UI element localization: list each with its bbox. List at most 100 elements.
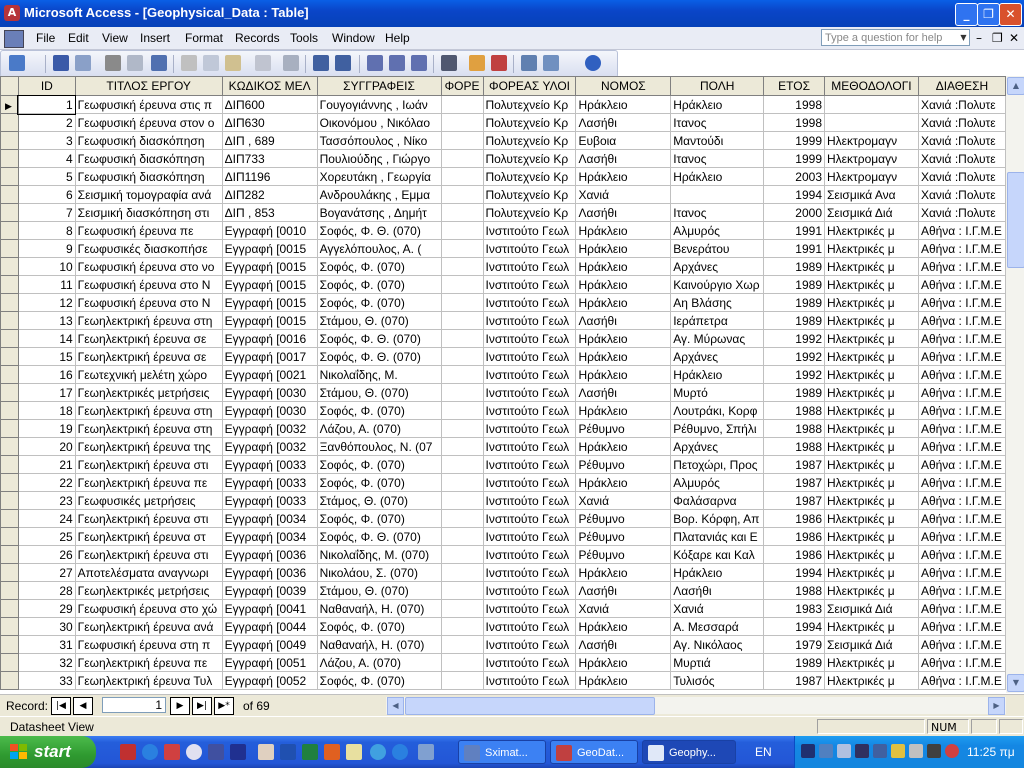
cell-implementing-agency[interactable]: Πολυτεχνείο Κρ	[482, 149, 577, 168]
taskbar-item-geophy[interactable]: Geophy...	[642, 740, 736, 764]
previous-record-icon[interactable]: ◀	[73, 697, 93, 715]
record-selector[interactable]	[0, 617, 19, 636]
cell-id[interactable]: 2	[17, 113, 76, 132]
quicklaunch-app-icon[interactable]	[208, 744, 224, 760]
cell-prefecture[interactable]: Ηράκλειο	[575, 617, 672, 636]
column-header-year[interactable]: ΕΤΟΣ	[763, 76, 825, 96]
cell-code[interactable]: ΔΙΠ600	[221, 95, 318, 114]
cell-availability[interactable]: Χανιά :Πολυτε	[917, 95, 1006, 114]
cell-code[interactable]: Εγγραφή [0033	[221, 455, 318, 474]
record-selector[interactable]	[0, 113, 19, 132]
cell-agency[interactable]	[440, 545, 484, 564]
cell-implementing-agency[interactable]: Ινστιτούτο Γεωλ	[482, 581, 577, 600]
cell-id[interactable]: 25	[17, 527, 76, 546]
cell-code[interactable]: Εγγραφή [0036	[221, 545, 318, 564]
cell-authors[interactable]: Σοφός, Φ. (070)	[316, 257, 442, 276]
cell-implementing-agency[interactable]: Ινστιτούτο Γεωλ	[482, 671, 577, 690]
record-selector[interactable]	[0, 635, 19, 654]
table-row[interactable]: 26 Γεωηλεκτρική έρευνα στι Εγγραφή [0036 Νι…	[0, 545, 1006, 564]
cell-code[interactable]: Εγγραφή [0036	[221, 563, 318, 582]
cell-title[interactable]: Γεωηλεκτρική έρευνα ανά	[74, 617, 223, 636]
cell-title[interactable]: Γεωηλεκτρική έρευνα σε	[74, 347, 223, 366]
horizontal-scrollbar[interactable]: ◀ ▶	[386, 697, 1006, 715]
table-row[interactable]: 24 Γεωηλεκτρική έρευνα στι Εγγραφή [0034 Σο…	[0, 509, 1006, 528]
record-selector[interactable]	[0, 257, 19, 276]
start-button[interactable]: start	[0, 736, 96, 768]
file-search-icon[interactable]	[75, 55, 91, 71]
mdi-restore-button[interactable]: ❐	[992, 31, 1003, 45]
cell-authors[interactable]: Σοφός, Φ. (070)	[316, 509, 442, 528]
view-design-icon[interactable]	[9, 55, 25, 71]
cell-prefecture[interactable]: Λασήθι	[575, 581, 672, 600]
cell-implementing-agency[interactable]: Ινστιτούτο Γεωλ	[482, 527, 577, 546]
cell-year[interactable]: 2000	[763, 203, 825, 222]
cell-code[interactable]: Εγγραφή [0015	[221, 293, 318, 312]
record-selector[interactable]	[0, 131, 19, 150]
record-selector[interactable]: ▶	[0, 95, 19, 114]
cell-id[interactable]: 26	[17, 545, 76, 564]
cell-agency[interactable]	[440, 455, 484, 474]
cut-icon[interactable]	[181, 55, 197, 71]
cell-authors[interactable]: Τασσόπουλος , Νίκο	[316, 131, 442, 150]
cell-methodology[interactable]: Ηλεκτρικές μ	[824, 239, 919, 258]
new-record-icon[interactable]	[469, 55, 485, 71]
cell-id[interactable]: 17	[17, 383, 76, 402]
cell-availability[interactable]: Αθήνα : Ι.Γ.Μ.Ε	[917, 257, 1006, 276]
cell-id[interactable]: 19	[17, 419, 76, 438]
record-selector[interactable]	[0, 239, 19, 258]
cell-agency[interactable]	[440, 635, 484, 654]
cell-prefecture[interactable]: Ρέθυμνο	[575, 509, 672, 528]
table-row[interactable]: 30 Γεωηλεκτρική έρευνα ανά Εγγραφή [0044 Σο…	[0, 617, 1006, 636]
cell-agency[interactable]	[440, 185, 484, 204]
cell-availability[interactable]: Αθήνα : Ι.Γ.Μ.Ε	[917, 653, 1006, 672]
quicklaunch-app-icon[interactable]	[392, 744, 408, 760]
table-row[interactable]: 29 Γεωφυσική έρευνα στο χώ Εγγραφή [0041 Να…	[0, 599, 1006, 618]
quicklaunch-app-icon[interactable]	[186, 744, 202, 760]
cell-city[interactable]: Αλμυρός	[670, 221, 765, 240]
column-header-methodology[interactable]: ΜΕΘΟΔΟΛΟΓΙ	[824, 76, 919, 96]
tray-icon[interactable]	[855, 744, 869, 758]
chevron-down-icon[interactable]: ▼	[958, 30, 969, 45]
table-row[interactable]: 13 Γεωηλεκτρική έρευνα στη Εγγραφή [0015 Στ…	[0, 311, 1006, 330]
table-row[interactable]: 27 Αποτελέσματα αναγνωρι Εγγραφή [0036 Νικο…	[0, 563, 1006, 582]
cell-title[interactable]: Γεωφυσική διασκόπηση	[74, 167, 223, 186]
cell-id[interactable]: 23	[17, 491, 76, 510]
cell-year[interactable]: 1986	[763, 509, 825, 528]
cell-agency[interactable]	[440, 167, 484, 186]
insert-hyperlink-icon[interactable]	[283, 55, 299, 71]
cell-prefecture[interactable]: Χανιά	[575, 599, 672, 618]
cell-authors[interactable]: Σοφός, Φ. Θ. (070)	[316, 347, 442, 366]
cell-title[interactable]: Γεωηλεκτρική έρευνα στι	[74, 509, 223, 528]
cell-agency[interactable]	[440, 653, 484, 672]
internet-explorer-icon[interactable]	[142, 744, 158, 760]
cell-id[interactable]: 4	[17, 149, 76, 168]
menu-file[interactable]: File	[36, 31, 55, 45]
cell-prefecture[interactable]: Ευβοια	[575, 131, 672, 150]
cell-year[interactable]: 1987	[763, 455, 825, 474]
cell-title[interactable]: Γεωηλεκτρικές μετρήσεις	[74, 581, 223, 600]
table-row[interactable]: 25 Γεωηλεκτρική έρευνα στ Εγγραφή [0034 Σοφ…	[0, 527, 1006, 546]
cell-implementing-agency[interactable]: Ινστιτούτο Γεωλ	[482, 509, 577, 528]
cell-city[interactable]: Πλατανιάς και Ε	[670, 527, 765, 546]
table-row[interactable]: 21 Γεωηλεκτρική έρευνα στι Εγγραφή [0033 Σο…	[0, 455, 1006, 474]
cell-code[interactable]: Εγγραφή [0030	[221, 383, 318, 402]
taskbar-item-sximat[interactable]: Sximat...	[458, 740, 546, 764]
cell-implementing-agency[interactable]: Ινστιτούτο Γεωλ	[482, 311, 577, 330]
current-record-input[interactable]: 1	[102, 697, 166, 713]
cell-year[interactable]: 1994	[763, 617, 825, 636]
cell-authors[interactable]: Στάμου, Θ. (070)	[316, 383, 442, 402]
cell-agency[interactable]	[440, 257, 484, 276]
menu-tools[interactable]: Tools	[290, 31, 318, 45]
cell-authors[interactable]: Σοφός, Φ. (070)	[316, 617, 442, 636]
mdi-minimize-button[interactable]: –	[976, 31, 982, 45]
cell-methodology[interactable]: Σεισμικά Διά	[824, 599, 919, 618]
cell-title[interactable]: Γεωηλεκτρική έρευνα στη	[74, 401, 223, 420]
excel-icon[interactable]	[302, 744, 318, 760]
cell-code[interactable]: Εγγραφή [0041	[221, 599, 318, 618]
table-row[interactable]: 3 Γεωφυσική διασκόπηση ΔΙΠ , 689 Τασσόπουλο…	[0, 131, 1006, 150]
cell-prefecture[interactable]: Ηράκλειο	[575, 401, 672, 420]
cell-id[interactable]: 12	[17, 293, 76, 312]
quicklaunch-app-icon[interactable]	[258, 744, 274, 760]
table-row[interactable]: 32 Γεωηλεκτρική έρευνα πε Εγγραφή [0051 Λάζ…	[0, 653, 1006, 672]
record-selector[interactable]	[0, 203, 19, 222]
